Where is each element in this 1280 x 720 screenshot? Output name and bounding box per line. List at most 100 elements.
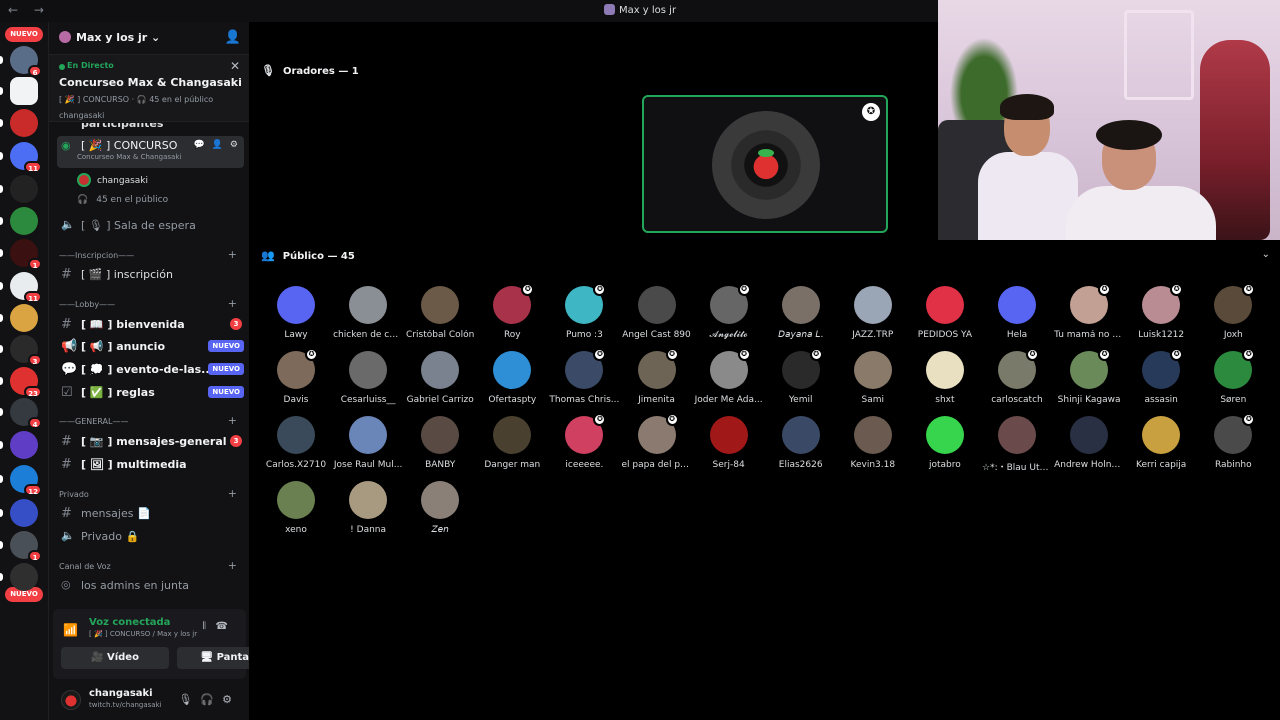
- disconnect-icon[interactable]: ☎: [216, 621, 238, 632]
- audience-member[interactable]: Danger man: [477, 416, 547, 470]
- audience-count[interactable]: 🎧 45 en el público: [77, 195, 168, 205]
- server-icon[interactable]: 11: [0, 272, 42, 303]
- signal-icon[interactable]: 📶: [63, 623, 78, 637]
- server-icon[interactable]: 6: [0, 46, 42, 77]
- channel-reglas[interactable]: ☑[ ✅ ] reglas NUEVO: [57, 382, 244, 402]
- username[interactable]: changasaki: [89, 688, 153, 699]
- category-inscripcion[interactable]: ——Inscripcion——: [59, 251, 134, 260]
- server-icon[interactable]: [0, 304, 38, 332]
- audience-member[interactable]: Lawy: [261, 286, 331, 340]
- audience-member[interactable]: ✪ Joder Me Ada...: [694, 348, 764, 405]
- audience-member[interactable]: Kevin3.18: [838, 416, 908, 470]
- category-canal-de-voz[interactable]: Canal de Voz: [59, 562, 111, 571]
- audience-member[interactable]: 𝘡𝘦𝘯: [405, 481, 475, 535]
- server-icon[interactable]: [0, 563, 38, 591]
- channel-bienvenida[interactable]: #[ 📖 ] bienvenida 3: [57, 314, 244, 334]
- audience-member[interactable]: Cristóbal Colón: [405, 286, 475, 340]
- audience-member[interactable]: xeno: [261, 481, 331, 535]
- channel-sala-de-espera[interactable]: 🔈[ 🎙 ] Sala de espera: [57, 215, 244, 235]
- server-icon[interactable]: 3: [0, 335, 42, 366]
- server-icon[interactable]: [0, 207, 38, 235]
- audience-member[interactable]: Angel Cast 890: [622, 286, 692, 340]
- channel-admins[interactable]: ◎ los admins en junta: [57, 575, 244, 595]
- voice-channel-concurso[interactable]: ◉ [ 🎉 ] CONCURSO 💬 👤 ⚙ Concurseo Max & C…: [57, 136, 244, 168]
- server-icon[interactable]: [0, 499, 38, 527]
- audience-member[interactable]: ✪ iceeeee.: [549, 413, 619, 470]
- voice-status[interactable]: Voz conectada: [89, 617, 170, 628]
- audience-member[interactable]: ✪ Jimenita: [622, 348, 692, 405]
- channel-anuncio[interactable]: 📢[ 📢 ] anuncio NUEVO: [57, 336, 244, 356]
- audience-member[interactable]: ✪ carloscatch: [982, 348, 1052, 405]
- live-stage-card[interactable]: En Directo ✕ Concurseo Max & Changasaki …: [49, 54, 250, 122]
- voice-user[interactable]: changasaki: [77, 173, 148, 187]
- microphone-icon[interactable]: 🎙: [178, 693, 200, 706]
- audience-member[interactable]: Jose Raul Mul...: [333, 416, 403, 470]
- audience-member[interactable]: Serj-84: [694, 416, 764, 470]
- speaker-tile[interactable]: ✪: [642, 95, 888, 233]
- audience-member[interactable]: ✪ 𝓐𝓷𝓰𝓮𝓵𝓲𝓽𝓸: [694, 283, 764, 340]
- channel-evento[interactable]: 💬[ 💭 ] evento-de-las... NUEVO: [57, 359, 244, 379]
- add-channel-icon[interactable]: +: [228, 487, 237, 500]
- audience-member[interactable]: 𝘋𝘢𝘺𝘢𝘯𝘢 𝘓.: [766, 286, 836, 340]
- headphones-icon[interactable]: 🎧: [200, 693, 222, 706]
- server-icon[interactable]: [0, 77, 38, 105]
- audience-member[interactable]: ✪ Tu mamá no t...: [1054, 283, 1124, 340]
- audience-member[interactable]: ✪ Roy: [477, 283, 547, 340]
- audience-member[interactable]: ✪ Luisk1212: [1126, 283, 1196, 340]
- audience-member[interactable]: shxt: [910, 351, 980, 405]
- server-icon[interactable]: 11: [0, 142, 42, 173]
- channel-privado[interactable]: 🔈 Privado 🔒: [57, 526, 244, 546]
- server-icon[interactable]: [0, 109, 38, 137]
- server-icon[interactable]: [0, 431, 38, 459]
- channel-mensajes-general[interactable]: #[ 📷 ] mensajes-general 3: [57, 431, 244, 451]
- category-lobby[interactable]: ——Lobby——: [59, 300, 115, 309]
- server-header[interactable]: Max y los jr ⌄: [59, 31, 160, 44]
- audience-member[interactable]: Elias2626: [766, 416, 836, 470]
- avatar[interactable]: [61, 690, 81, 710]
- audience-member[interactable]: Andrew Holne...: [1054, 416, 1124, 470]
- server-icon[interactable]: 23: [0, 367, 42, 398]
- audience-member[interactable]: BANBY: [405, 416, 475, 470]
- channel-multimedia[interactable]: #[ 🖼 ] multimedia: [57, 454, 244, 474]
- audience-member[interactable]: Cesarluiss__: [333, 351, 403, 405]
- soundboard-icon[interactable]: 𝄃: [203, 621, 215, 632]
- audience-member[interactable]: Sami: [838, 351, 908, 405]
- server-icon[interactable]: [0, 175, 38, 203]
- server-icon[interactable]: 4: [0, 398, 42, 429]
- invite-icon[interactable]: 👤: [225, 30, 241, 45]
- audience-member[interactable]: Ofertaspty: [477, 351, 547, 405]
- channel-participantes[interactable]: participantes: [57, 123, 244, 131]
- audience-member[interactable]: ✪ Yemil: [766, 348, 836, 405]
- chevron-down-icon[interactable]: ⌄: [1262, 249, 1270, 260]
- gear-icon[interactable]: ⚙: [222, 693, 240, 706]
- audience-member[interactable]: ✪ Søren: [1198, 348, 1268, 405]
- add-channel-icon[interactable]: +: [228, 297, 237, 310]
- audience-member[interactable]: chicken de co...: [333, 286, 403, 340]
- server-icon[interactable]: 1: [0, 239, 42, 270]
- add-channel-icon[interactable]: +: [228, 559, 237, 572]
- audience-member[interactable]: jotabro: [910, 416, 980, 470]
- audience-member[interactable]: ✪ Thomas Chris...: [549, 348, 619, 405]
- close-icon[interactable]: ✕: [230, 59, 240, 73]
- server-icon[interactable]: 12: [0, 465, 42, 496]
- add-channel-icon[interactable]: +: [228, 414, 237, 427]
- audience-member[interactable]: Carlos.X2710: [261, 416, 331, 470]
- audience-member[interactable]: Gabriel Carrizo: [405, 351, 475, 405]
- audience-member[interactable]: Kerri capija: [1126, 416, 1196, 470]
- audience-member[interactable]: JAZZ.TRP: [838, 286, 908, 340]
- audience-member[interactable]: ✪ el papa del pa...: [622, 413, 692, 470]
- audience-member[interactable]: ✪ Davis: [261, 348, 331, 405]
- audience-member[interactable]: ☆*:・Blau Uta・...: [982, 416, 1052, 473]
- voice-location[interactable]: [ 🎉 ] CONCURSO / Max y los jr: [89, 630, 197, 638]
- audience-member[interactable]: ✪ Pumo :3: [549, 283, 619, 340]
- add-channel-icon[interactable]: +: [228, 248, 237, 261]
- audience-member[interactable]: ! Danna: [333, 481, 403, 535]
- video-button[interactable]: 🎥 Vídeo: [61, 647, 169, 669]
- channel-mensajes[interactable]: # mensajes 📄: [57, 503, 244, 523]
- audience-member[interactable]: Hela: [982, 286, 1052, 340]
- server-icon[interactable]: 1: [0, 531, 42, 562]
- category-privado[interactable]: Privado: [59, 490, 89, 499]
- audience-member[interactable]: ✪ assasin: [1126, 348, 1196, 405]
- category-general[interactable]: ——GENERAL——: [59, 417, 128, 426]
- audience-member[interactable]: PEDIDOS YA: [910, 286, 980, 340]
